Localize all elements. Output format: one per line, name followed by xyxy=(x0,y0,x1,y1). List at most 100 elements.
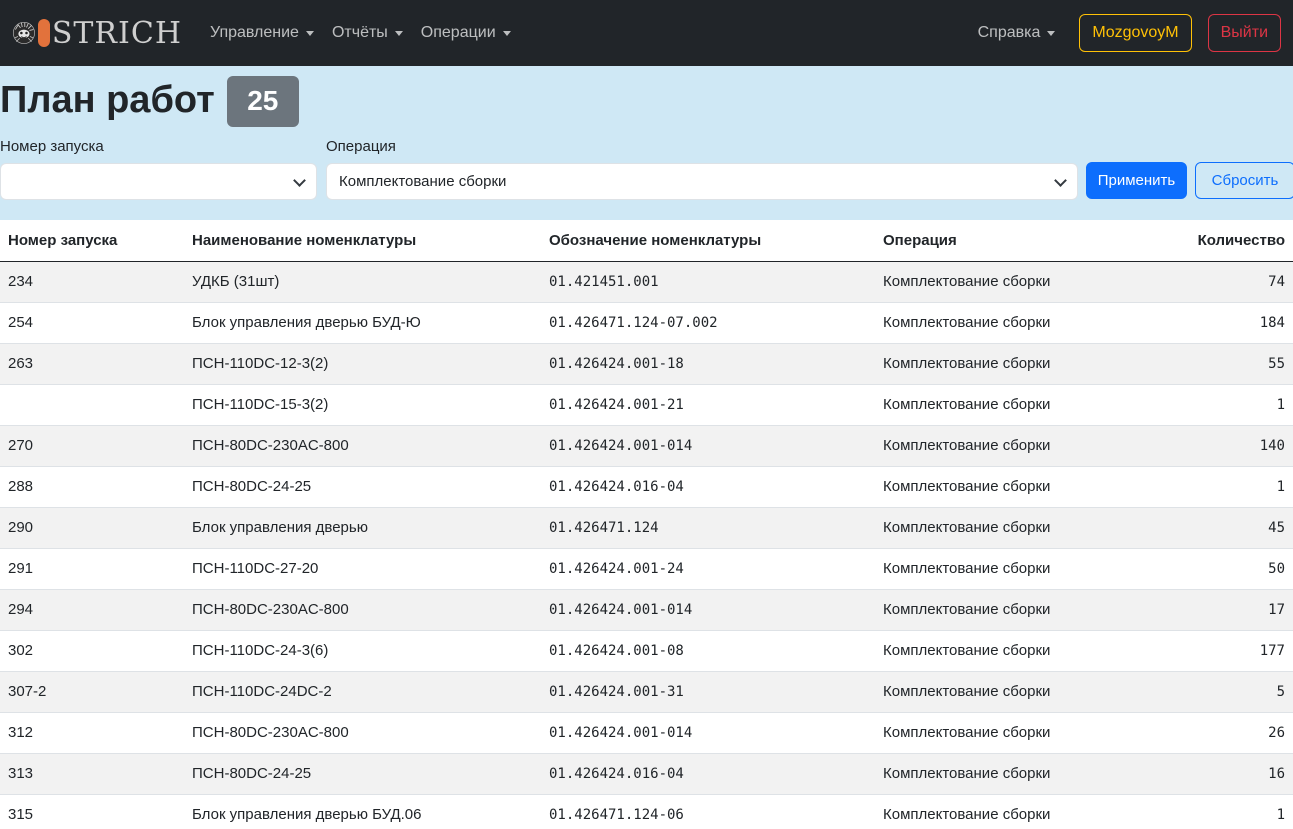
caret-down-icon xyxy=(502,30,511,36)
caret-down-icon xyxy=(394,30,403,36)
filter-panel: План работ 25 Номер запуска Операция Ком… xyxy=(0,66,1293,220)
caret-down-icon xyxy=(305,30,314,36)
table-body: 234 УДКБ (31шт) 01.421451.001 Комплектовани… xyxy=(0,261,1293,829)
menu-operations-label: Операции xyxy=(420,24,496,41)
cell-launch-number xyxy=(0,384,184,426)
cell-nomenclature-name: Блок управления дверью БУД.06 xyxy=(184,794,541,829)
operation-select[interactable]: Комплектование сборки xyxy=(326,163,1078,200)
main-menu: Управление Отчёты Операции xyxy=(210,24,529,42)
cell-nomenclature-name: ПСН-110DC-24-3(6) xyxy=(184,630,541,672)
column-header-operation[interactable]: Операция xyxy=(875,220,1143,262)
cell-launch-number: 307-2 xyxy=(0,671,184,713)
cell-nomenclature-code: 01.421451.001 xyxy=(541,261,875,303)
column-header-quantity[interactable]: Количество xyxy=(1143,220,1293,262)
cell-launch-number: 294 xyxy=(0,589,184,631)
table-row[interactable]: 291 ПСН-110DC-27-20 01.426424.001-24 Компле… xyxy=(0,548,1293,590)
operation-label: Операция xyxy=(326,138,396,155)
cell-nomenclature-code: 01.426471.124-06 xyxy=(541,794,875,829)
cell-operation: Комплектование сборки xyxy=(875,507,1143,549)
table-row[interactable]: 312 ПСН-80DC-230AC-800 01.426424.001-014 Ко… xyxy=(0,712,1293,754)
cell-launch-number: 234 xyxy=(0,261,184,303)
cell-launch-number: 290 xyxy=(0,507,184,549)
table-row[interactable]: 263 ПСН-110DC-12-3(2) 01.426424.001-18 Комп… xyxy=(0,343,1293,385)
cell-nomenclature-name: ПСН-110DC-12-3(2) xyxy=(184,343,541,385)
cell-operation: Комплектование сборки xyxy=(875,384,1143,426)
reset-button[interactable]: Сбросить xyxy=(1195,162,1293,199)
count-badge: 25 xyxy=(226,75,299,127)
logo-o-mark xyxy=(37,19,50,47)
cell-quantity: 50 xyxy=(1143,548,1293,590)
menu-reports-label: Отчёты xyxy=(331,24,388,41)
menu-management-label: Управление xyxy=(210,24,299,41)
cell-operation: Комплектование сборки xyxy=(875,712,1143,754)
column-header-launch-number[interactable]: Номер запуска xyxy=(0,220,184,262)
cell-launch-number: 254 xyxy=(0,302,184,344)
chevron-down-icon xyxy=(1054,174,1067,187)
launch-number-label: Номер запуска xyxy=(0,138,104,155)
table-row[interactable]: 290 Блок управления дверью 01.426471.124 Ко… xyxy=(0,507,1293,549)
cell-quantity: 45 xyxy=(1143,507,1293,549)
table-row[interactable]: 315 Блок управления дверью БУД.06 01.42647… xyxy=(0,794,1293,829)
cell-operation: Комплектование сборки xyxy=(875,261,1143,303)
caret-down-icon xyxy=(1047,30,1056,36)
cell-nomenclature-name: ПСН-80DC-24-25 xyxy=(184,466,541,508)
cell-launch-number: 288 xyxy=(0,466,184,508)
cell-operation: Комплектование сборки xyxy=(875,671,1143,713)
column-header-nomenclature-name[interactable]: Наименование номенклатуры xyxy=(184,220,541,262)
cell-quantity: 16 xyxy=(1143,753,1293,795)
cell-nomenclature-code: 01.426424.001-014 xyxy=(541,589,875,631)
page-title: План работ xyxy=(0,78,215,121)
cell-nomenclature-code: 01.426424.001-18 xyxy=(541,343,875,385)
cell-operation: Комплектование сборки xyxy=(875,425,1143,467)
cell-quantity: 17 xyxy=(1143,589,1293,631)
table-row[interactable]: 270 ПСН-80DC-230AC-800 01.426424.001-014 Ко… xyxy=(0,425,1293,467)
cell-launch-number: 302 xyxy=(0,630,184,672)
table-row[interactable]: 234 УДКБ (31шт) 01.421451.001 Комплектовани… xyxy=(0,261,1293,303)
cell-quantity: 55 xyxy=(1143,343,1293,385)
cell-operation: Комплектование сборки xyxy=(875,753,1143,795)
cell-launch-number: 263 xyxy=(0,343,184,385)
brand-logo[interactable]: STRICH xyxy=(12,5,182,61)
table-row[interactable]: 313 ПСН-80DC-24-25 01.426424.016-04 Комплек… xyxy=(0,753,1293,795)
cell-nomenclature-code: 01.426424.016-04 xyxy=(541,753,875,795)
cell-quantity: 74 xyxy=(1143,261,1293,303)
table-row[interactable]: 307-2 ПСН-110DC-24DC-2 01.426424.001-31 Ком… xyxy=(0,671,1293,713)
cell-nomenclature-name: ПСН-110DC-24DC-2 xyxy=(184,671,541,713)
column-header-nomenclature-code[interactable]: Обозначение номенклатуры xyxy=(541,220,875,262)
cell-launch-number: 315 xyxy=(0,794,184,829)
title-row: План работ 25 xyxy=(0,66,1293,134)
chevron-down-icon xyxy=(293,174,306,187)
cell-launch-number: 270 xyxy=(0,425,184,467)
work-plan-table: Номер запуска Наименование номенклатуры … xyxy=(0,220,1293,829)
logo-word: STRICH xyxy=(51,15,182,51)
cell-operation: Комплектование сборки xyxy=(875,302,1143,344)
logout-button[interactable]: Выйти xyxy=(1207,14,1281,52)
cell-nomenclature-name: Блок управления дверью БУД-Ю xyxy=(184,302,541,344)
menu-management[interactable]: Управление xyxy=(210,24,314,42)
cell-quantity: 1 xyxy=(1143,466,1293,508)
user-profile-button[interactable]: MozgovoyM xyxy=(1079,14,1192,52)
cell-nomenclature-code: 01.426471.124-07.002 xyxy=(541,302,875,344)
table-row[interactable]: 294 ПСН-80DC-230AC-800 01.426424.001-014 Ко… xyxy=(0,589,1293,631)
cell-nomenclature-name: ПСН-80DC-24-25 xyxy=(184,753,541,795)
cell-quantity: 184 xyxy=(1143,302,1293,344)
table-row[interactable]: 302 ПСН-110DC-24-3(6) 01.426424.001-08 Комп… xyxy=(0,630,1293,672)
cell-launch-number: 313 xyxy=(0,753,184,795)
table-row[interactable]: ПСН-110DC-15-3(2) 01.426424.001-21 Комплек… xyxy=(0,384,1293,426)
cell-nomenclature-name: ПСН-80DC-230AC-800 xyxy=(184,589,541,631)
top-navbar: STRICH Управление Отчёты Операции Справк… xyxy=(0,0,1293,66)
cell-nomenclature-code: 01.426424.001-014 xyxy=(541,712,875,754)
table-row[interactable]: 254 Блок управления дверью БУД-Ю 01.426471… xyxy=(0,302,1293,344)
cell-nomenclature-code: 01.426471.124 xyxy=(541,507,875,549)
menu-operations[interactable]: Операции xyxy=(421,24,511,42)
cell-nomenclature-code: 01.426424.001-014 xyxy=(541,425,875,467)
apply-button[interactable]: Применить xyxy=(1086,162,1187,199)
launch-number-select[interactable] xyxy=(0,163,317,200)
cell-operation: Комплектование сборки xyxy=(875,794,1143,829)
table-row[interactable]: 288 ПСН-80DC-24-25 01.426424.016-04 Комплек… xyxy=(0,466,1293,508)
ostrich-logo-icon xyxy=(12,22,35,44)
cell-nomenclature-name: Блок управления дверью xyxy=(184,507,541,549)
menu-reports[interactable]: Отчёты xyxy=(332,24,403,42)
logo-text: STRICH xyxy=(37,15,182,51)
menu-help[interactable]: Справка xyxy=(978,24,1056,42)
